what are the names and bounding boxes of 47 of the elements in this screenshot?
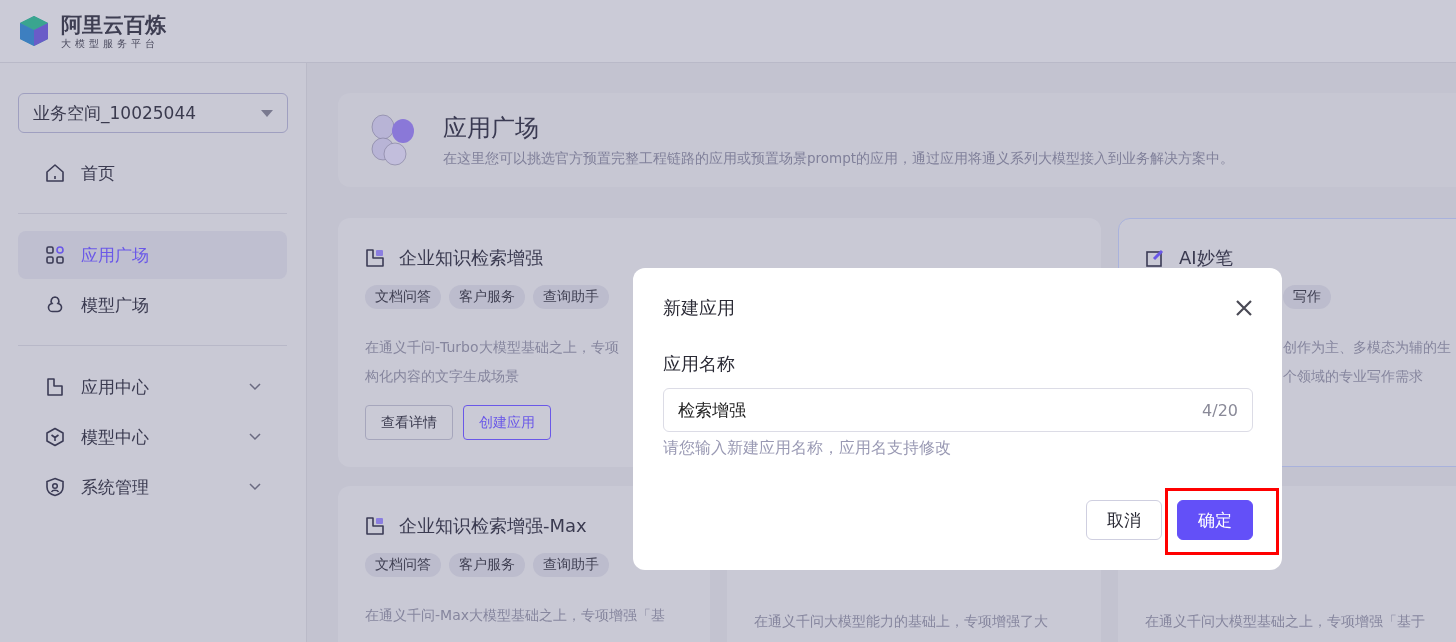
brand-subtitle: 大模型服务平台 — [61, 36, 160, 50]
name-input-field[interactable]: 检索增强 4/20 — [663, 388, 1253, 432]
petal-logo-icon — [370, 114, 416, 166]
nav-item[interactable]: 模型广场 — [18, 281, 287, 329]
card-title: 企业知识检索增强 — [399, 246, 543, 270]
character-counter: 4/20 — [1202, 400, 1238, 420]
field-label: 应用名称 — [663, 352, 736, 376]
document-icon — [45, 377, 65, 397]
tag: 文档问答 — [365, 285, 441, 309]
hexagon-icon — [45, 427, 65, 447]
field-hint: 请您输入新建应用名称，应用名支持修改 — [663, 438, 952, 459]
page-title: 应用广场 — [443, 113, 540, 144]
card-description: 个领域的专业写作需求 — [1283, 367, 1423, 386]
dialog-title: 新建应用 — [663, 296, 735, 320]
tag: 写作 — [1283, 285, 1331, 309]
card-title: 企业知识检索增强-Max — [399, 514, 587, 538]
tag: 客户服务 — [449, 285, 525, 309]
details-button[interactable]: 查看详情 — [365, 405, 453, 440]
tag: 文档问答 — [365, 553, 441, 577]
chevron-down-icon — [249, 433, 261, 441]
tag: 查询助手 — [533, 285, 609, 309]
card-title: AI妙笔 — [1179, 246, 1233, 270]
cancel-button[interactable]: 取消 — [1086, 500, 1162, 540]
edit-icon — [1145, 248, 1165, 268]
nav-item[interactable]: 系统管理 — [18, 463, 287, 511]
home-icon — [45, 163, 65, 183]
card-description: 构化内容的文字生成场景 — [365, 367, 519, 386]
shield-icon — [45, 477, 65, 497]
chevron-down-icon — [249, 383, 261, 391]
nav-item[interactable]: 首页 — [18, 149, 287, 197]
trefoil-icon — [45, 295, 65, 315]
card-description: 创作为主、多模态为辅的生 — [1283, 338, 1451, 357]
tag: 客户服务 — [449, 553, 525, 577]
grid-icon — [45, 245, 65, 265]
document-icon — [365, 248, 385, 268]
caret-icon — [261, 109, 273, 117]
nav-item[interactable]: 应用中心 — [18, 363, 287, 411]
document-icon — [365, 516, 385, 536]
page-description: 在这里您可以挑选官方预置完整工程链路的应用或预置场景prompt的应用，通过应用将通义系列大模型接入到业务解决方案中。 — [443, 150, 1235, 168]
workspace-dropdown[interactable]: 业务空间_10025044 — [18, 93, 288, 133]
nav-item[interactable]: 模型中心 — [18, 413, 287, 461]
chevron-down-icon — [249, 483, 261, 491]
close-icon[interactable] — [1235, 299, 1253, 317]
tag: 查询助手 — [533, 553, 609, 577]
confirm-button[interactable]: 确定 — [1177, 500, 1253, 540]
brand-name: 阿里云百炼 — [61, 12, 166, 37]
cube-logo-icon — [17, 14, 51, 48]
